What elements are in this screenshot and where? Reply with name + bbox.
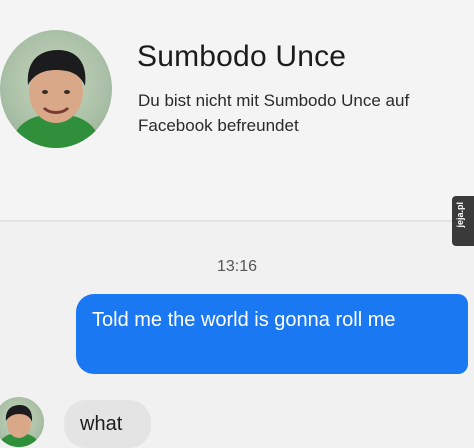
profile-avatar[interactable] — [0, 30, 112, 148]
profile-name: Sumbodo Unce — [137, 40, 347, 73]
profile-header: Sumbodo Unce Du bist nicht mit Sumbodo U… — [0, 0, 474, 220]
sent-message-bubble[interactable]: Told me the world is gonna roll me — [76, 294, 468, 374]
header-divider — [0, 220, 474, 222]
friendship-status: Du bist nicht mit Sumbodo Unce auf Faceb… — [138, 91, 410, 135]
person-icon — [0, 405, 40, 447]
message-timestamp: 13:16 — [216, 258, 258, 275]
received-message-bubble[interactable]: what — [64, 400, 151, 448]
watermark-text: jeja.pl — [455, 202, 465, 228]
received-message-text: what — [80, 413, 123, 435]
sent-message-text: Told me the world is gonna roll me — [92, 309, 396, 331]
watermark: jeja.pl — [452, 196, 474, 246]
person-icon — [10, 50, 102, 148]
sender-avatar[interactable] — [0, 397, 44, 447]
